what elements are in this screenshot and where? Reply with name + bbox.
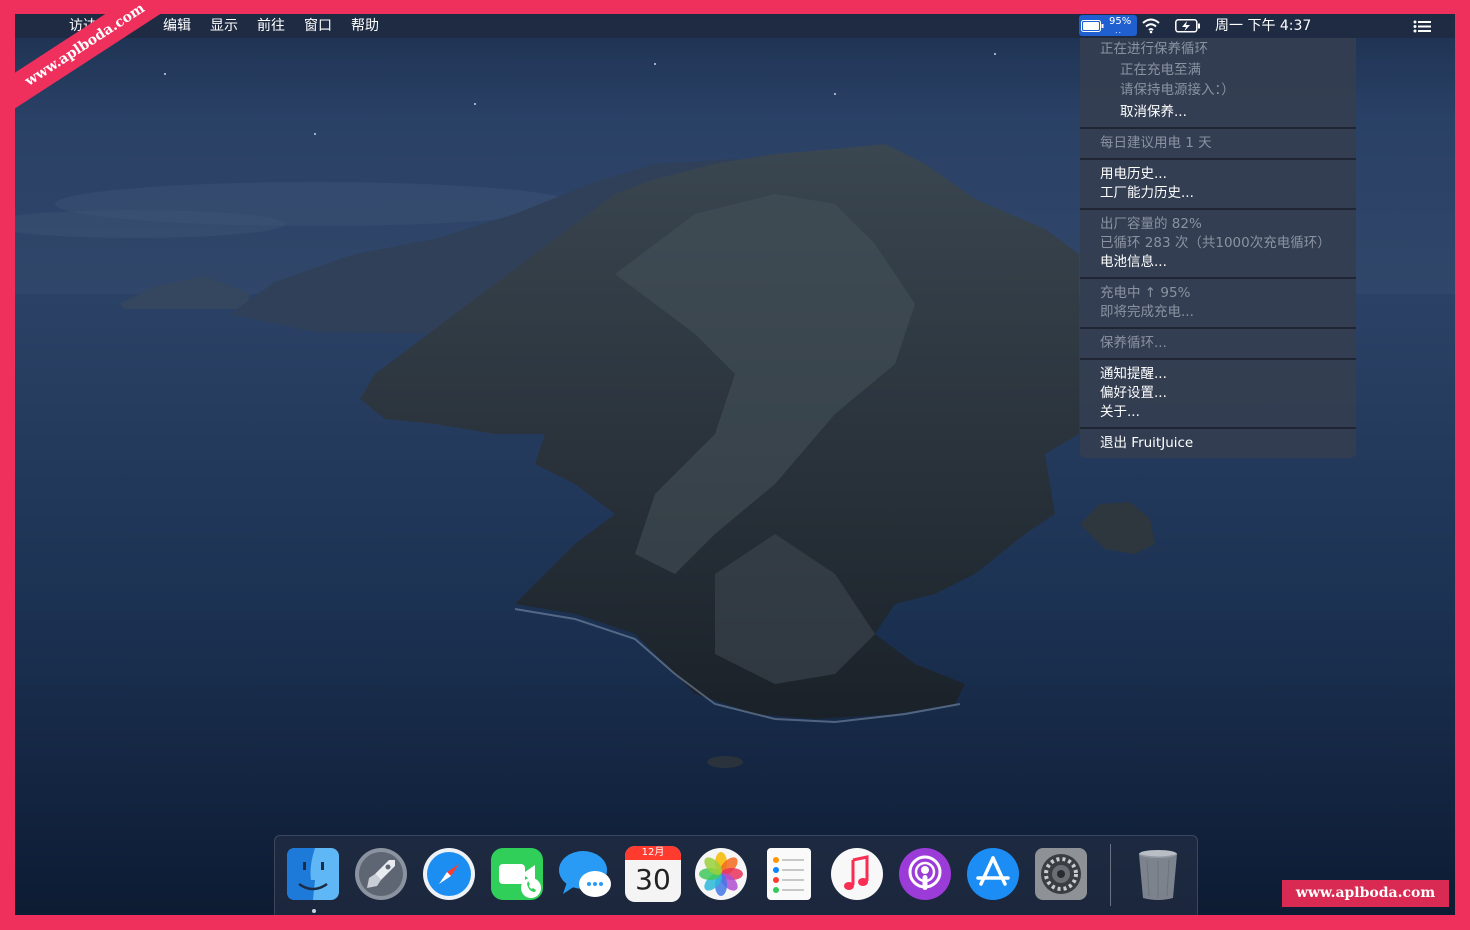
menu-usage-history[interactable]: 用电历史... <box>1100 165 1167 184</box>
messages-icon[interactable] <box>557 846 613 902</box>
menu-notifications[interactable]: 通知提醒... <box>1100 365 1167 384</box>
wifi-icon[interactable] <box>1141 17 1161 34</box>
menu-quit[interactable]: 退出 FruitJuice <box>1100 434 1193 453</box>
menu-window[interactable]: 窗口 <box>304 14 332 38</box>
finder-icon[interactable] <box>285 846 341 902</box>
control-center-icon[interactable] <box>1413 20 1433 33</box>
battery-icon <box>1081 20 1104 32</box>
photos-icon[interactable] <box>693 846 749 902</box>
battery-dots: .. <box>1115 26 1123 35</box>
system-preferences-icon[interactable] <box>1033 846 1089 902</box>
calendar-icon[interactable]: 12月 30 <box>625 846 681 902</box>
menu-battery-info[interactable]: 电池信息... <box>1100 253 1167 272</box>
music-icon[interactable] <box>829 846 885 902</box>
menu-separator <box>1080 358 1356 360</box>
menu-bar: 访达 编辑 显示 前往 窗口 帮助 95% .. 周一 下午 4:37 <box>15 14 1455 38</box>
menu-separator <box>1080 327 1356 329</box>
dock: 12月 30 <box>274 835 1198 915</box>
menu-view[interactable]: 显示 <box>210 14 238 38</box>
calendar-day: 30 <box>635 863 671 896</box>
desktop: 访达 编辑 显示 前往 窗口 帮助 95% .. 周一 下午 4:37 正在进行… <box>15 14 1455 915</box>
facetime-icon[interactable] <box>489 846 545 902</box>
menu-cycles: 已循环 283 次（共1000次充电循环） <box>1100 235 1331 251</box>
launchpad-icon[interactable] <box>353 846 409 902</box>
menu-separator <box>1080 127 1356 129</box>
menu-help[interactable]: 帮助 <box>351 14 379 38</box>
menu-charging-to-full: 正在充电至满 <box>1120 62 1201 78</box>
clock[interactable]: 周一 下午 4:37 <box>1215 14 1311 38</box>
menu-separator <box>1080 277 1356 279</box>
menu-almost-full: 即将完成充电... <box>1100 304 1194 320</box>
menu-separator <box>1080 208 1356 210</box>
menu-daily-advice: 每日建议用电 1 天 <box>1100 135 1212 151</box>
menu-maintenance-cycle: 保养循环... <box>1100 335 1167 351</box>
reminders-icon[interactable] <box>761 846 817 902</box>
battery-charging-icon[interactable] <box>1175 19 1201 33</box>
menu-charging-status: 充电中 ↑ 95% <box>1100 285 1191 301</box>
calendar-month: 12月 <box>625 846 681 860</box>
safari-icon[interactable] <box>421 846 477 902</box>
menu-separator <box>1080 158 1356 160</box>
podcasts-icon[interactable] <box>897 846 953 902</box>
menu-keep-plugged: 请保持电源接入：） <box>1120 82 1235 98</box>
menu-preferences[interactable]: 偏好设置... <box>1100 384 1167 403</box>
menu-maintenance-title: 正在进行保养循环 <box>1100 41 1208 57</box>
menu-cancel-maintenance[interactable]: 取消保养... <box>1120 103 1187 122</box>
battery-dropdown-menu: 正在进行保养循环 正在充电至满 请保持电源接入：） 取消保养... 每日建议用电… <box>1080 38 1356 458</box>
menu-about[interactable]: 关于... <box>1100 403 1140 422</box>
trash-icon[interactable] <box>1130 846 1186 902</box>
watermark-bottom-right: www.aplboda.com <box>1282 880 1449 907</box>
app-store-icon[interactable] <box>965 846 1021 902</box>
menu-separator <box>1080 427 1356 429</box>
menu-capacity-history[interactable]: 工厂能力历史... <box>1100 184 1194 203</box>
menu-capacity: 出厂容量的 82% <box>1100 216 1202 232</box>
finder-running-indicator <box>312 909 316 913</box>
dock-separator <box>1110 844 1111 906</box>
menu-go[interactable]: 前往 <box>257 14 285 38</box>
menu-edit[interactable]: 编辑 <box>163 14 191 38</box>
